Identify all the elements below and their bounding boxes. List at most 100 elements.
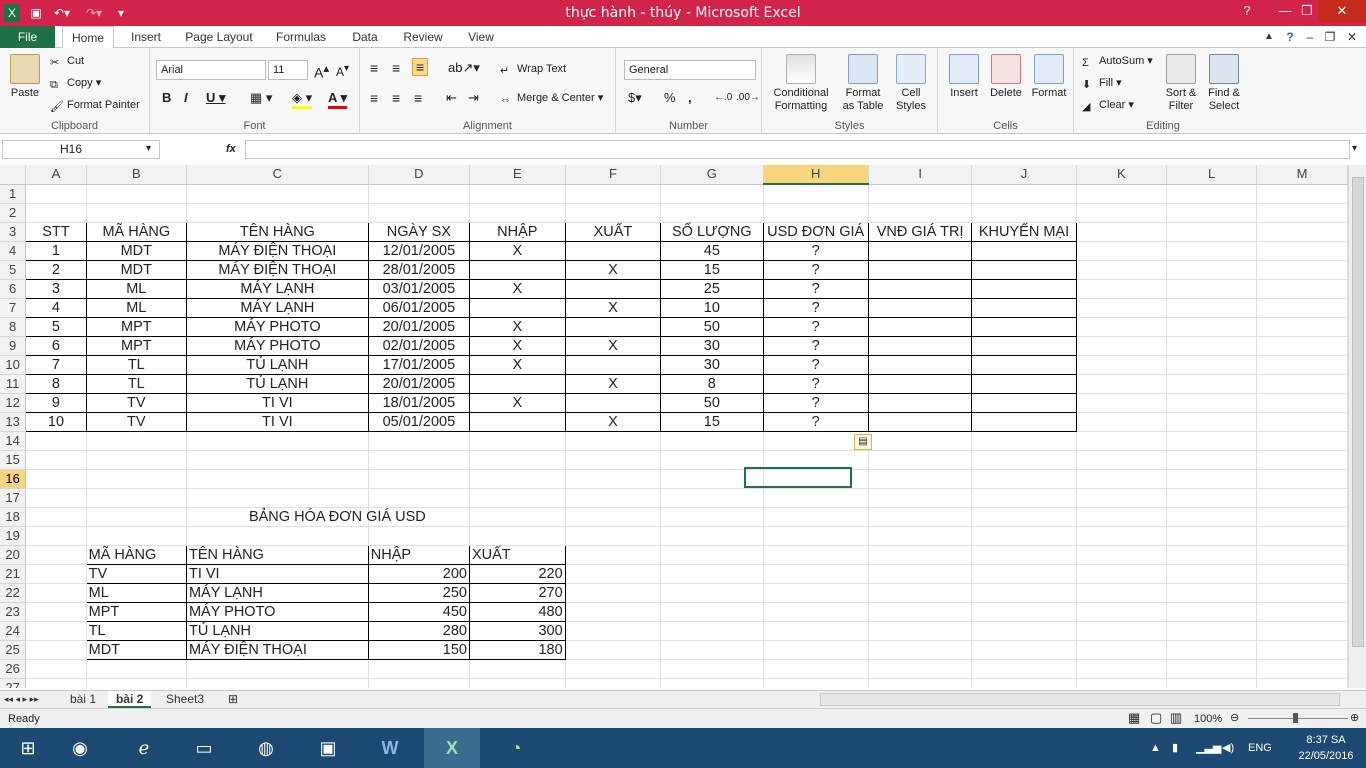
cell-b12[interactable]: TV bbox=[85, 392, 187, 413]
cell-k15[interactable] bbox=[1076, 450, 1167, 470]
cell-f23[interactable] bbox=[565, 602, 662, 622]
cell-m16[interactable] bbox=[1256, 469, 1348, 489]
cell-j11[interactable] bbox=[971, 373, 1077, 394]
cell-f6[interactable] bbox=[564, 278, 662, 299]
cell-i5[interactable] bbox=[867, 259, 973, 280]
cell-j7[interactable] bbox=[971, 297, 1077, 318]
cell-d14[interactable] bbox=[368, 431, 470, 451]
cell-f24[interactable] bbox=[565, 621, 662, 641]
cell-l26[interactable] bbox=[1166, 659, 1258, 679]
cell-e12[interactable]: X bbox=[468, 392, 566, 413]
cell-b6[interactable]: ML bbox=[85, 278, 187, 299]
cell-l27[interactable] bbox=[1166, 678, 1258, 688]
cell-k13[interactable] bbox=[1076, 412, 1167, 432]
cell-c9[interactable]: MÁY PHOTO bbox=[185, 335, 369, 356]
cell-j12[interactable] bbox=[971, 392, 1077, 413]
conditional-formatting-button[interactable]: Conditional Formatting bbox=[766, 54, 836, 113]
cell-b22[interactable]: ML bbox=[85, 582, 187, 603]
cell-d5[interactable]: 28/01/2005 bbox=[367, 259, 470, 280]
cell-h27[interactable] bbox=[763, 678, 869, 688]
cell-g23[interactable] bbox=[660, 602, 764, 622]
cell-i11[interactable] bbox=[867, 373, 973, 394]
cell-i27[interactable] bbox=[868, 678, 973, 688]
cell-a4[interactable]: 1 bbox=[25, 240, 87, 261]
cell-b3[interactable]: MÃ HÀNG bbox=[85, 221, 187, 242]
zoom-level[interactable]: 100% bbox=[1194, 711, 1222, 727]
cell-e19[interactable] bbox=[469, 526, 566, 546]
cell-c13[interactable]: TI VI bbox=[185, 411, 369, 432]
cell-k6[interactable] bbox=[1076, 279, 1167, 299]
cell-g3[interactable]: SỐ LƯỢNG bbox=[660, 221, 764, 242]
cell-k5[interactable] bbox=[1076, 260, 1167, 280]
comma-icon[interactable]: , bbox=[688, 90, 692, 106]
cell-i4[interactable] bbox=[867, 240, 973, 261]
decrease-decimal-icon[interactable]: .00→ bbox=[736, 90, 760, 106]
cell-g27[interactable] bbox=[660, 678, 764, 688]
cell-h6[interactable]: ? bbox=[762, 278, 869, 299]
cell-h5[interactable]: ? bbox=[762, 259, 869, 280]
cell-d22[interactable]: 250 bbox=[367, 582, 470, 603]
cell-b11[interactable]: TL bbox=[85, 373, 187, 394]
row-header[interactable]: 14 bbox=[0, 431, 27, 451]
cell-i1[interactable] bbox=[868, 184, 973, 204]
normal-view-icon[interactable]: ▦ bbox=[1128, 710, 1140, 726]
cell-m8[interactable] bbox=[1256, 317, 1348, 337]
cell-m20[interactable] bbox=[1256, 545, 1348, 565]
row-header[interactable]: 23 bbox=[0, 602, 27, 622]
row-header[interactable]: 13 bbox=[0, 412, 27, 432]
workbook-restore-button[interactable]: ❐ bbox=[1322, 26, 1338, 48]
cell-f26[interactable] bbox=[565, 659, 662, 679]
row-header[interactable]: 4 bbox=[0, 241, 27, 261]
cell-e23[interactable]: 480 bbox=[468, 601, 566, 622]
cell-d10[interactable]: 17/01/2005 bbox=[367, 354, 470, 375]
cell-l25[interactable] bbox=[1166, 640, 1258, 660]
cell-c26[interactable] bbox=[186, 659, 369, 679]
row-header[interactable]: 1 bbox=[0, 184, 27, 204]
cell-i3[interactable]: VNĐ GIÁ TRỊ bbox=[867, 221, 973, 242]
cell-c18[interactable]: BẢNG HÓA ĐƠN GIÁ USD bbox=[246, 507, 429, 527]
cell-e4[interactable]: X bbox=[468, 240, 566, 261]
cell-g25[interactable] bbox=[660, 640, 764, 660]
clock-date[interactable]: 22/05/2016 bbox=[1296, 748, 1356, 764]
cell-i13[interactable] bbox=[867, 411, 973, 432]
cell-b15[interactable] bbox=[86, 450, 187, 470]
cell-k12[interactable] bbox=[1076, 393, 1167, 413]
cell-g18[interactable] bbox=[660, 507, 764, 527]
cell-c12[interactable]: TI VI bbox=[185, 392, 369, 413]
vertical-scrollbar[interactable] bbox=[1348, 165, 1366, 688]
cell-f15[interactable] bbox=[565, 450, 662, 470]
clear-button[interactable]: ◢ Clear ▾ bbox=[1082, 97, 1134, 113]
cell-c1[interactable] bbox=[186, 184, 369, 204]
cell-b10[interactable]: TL bbox=[85, 354, 187, 375]
cell-a8[interactable]: 5 bbox=[25, 316, 87, 337]
cell-k17[interactable] bbox=[1076, 488, 1167, 508]
cell-e10[interactable]: X bbox=[468, 354, 566, 375]
fill-color-icon[interactable]: ◈ ▾ bbox=[292, 90, 313, 109]
cell-i24[interactable] bbox=[868, 621, 973, 641]
cell-a9[interactable]: 6 bbox=[25, 335, 87, 356]
row-header[interactable]: 6 bbox=[0, 279, 27, 299]
cell-e6[interactable]: X bbox=[468, 278, 566, 299]
cell-a5[interactable]: 2 bbox=[25, 259, 87, 280]
zoom-out-icon[interactable]: ⊖ bbox=[1230, 710, 1239, 726]
cell-d16[interactable] bbox=[368, 469, 470, 489]
row-header[interactable]: 7 bbox=[0, 298, 27, 318]
cell-l7[interactable] bbox=[1166, 298, 1258, 318]
cell-b23[interactable]: MPT bbox=[85, 601, 187, 622]
cell-c10[interactable]: TỦ LẠNH bbox=[185, 354, 369, 375]
cell-g17[interactable] bbox=[660, 488, 764, 508]
zoom-in-icon[interactable]: ⊕ bbox=[1350, 710, 1359, 726]
percent-icon[interactable]: % bbox=[664, 90, 676, 106]
input-language[interactable]: ENG bbox=[1248, 740, 1272, 756]
cell-i14[interactable] bbox=[868, 431, 973, 451]
cell-j27[interactable] bbox=[971, 678, 1077, 688]
column-header-d[interactable]: D bbox=[368, 165, 470, 185]
cell-k20[interactable] bbox=[1076, 545, 1167, 565]
cell-m22[interactable] bbox=[1256, 583, 1348, 603]
cell-l16[interactable] bbox=[1166, 469, 1258, 489]
cell-b27[interactable] bbox=[86, 678, 187, 688]
cell-e24[interactable]: 300 bbox=[468, 620, 566, 641]
cell-f5[interactable]: X bbox=[564, 259, 662, 280]
cell-m11[interactable] bbox=[1256, 374, 1348, 394]
cell-m25[interactable] bbox=[1256, 640, 1348, 660]
